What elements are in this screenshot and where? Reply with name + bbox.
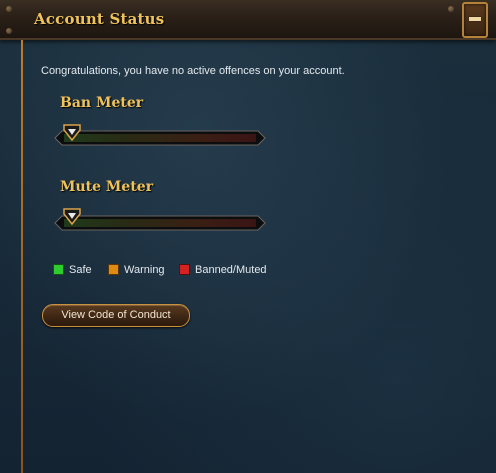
side-divider	[21, 40, 23, 473]
safe-swatch	[53, 264, 64, 275]
view-code-of-conduct-button[interactable]: View Code of Conduct	[42, 304, 190, 327]
warning-swatch	[108, 264, 119, 275]
rivet-icon	[448, 6, 454, 12]
panel-title: Account Status	[34, 10, 165, 28]
panel-header: Account Status	[0, 0, 496, 40]
rivet-icon	[6, 6, 12, 12]
mute-meter-title: Mute Meter	[60, 179, 154, 195]
mute-meter-track	[54, 215, 266, 231]
ban-meter-indicator	[63, 124, 81, 142]
minus-icon	[469, 17, 481, 21]
ban-meter-title: Ban Meter	[60, 95, 144, 111]
banned-muted-swatch	[179, 264, 190, 275]
rivet-icon	[6, 28, 12, 34]
account-status-panel: Account Status Congratulations, you have…	[0, 0, 496, 473]
collapse-button[interactable]	[462, 2, 488, 38]
ban-meter-track	[54, 130, 266, 146]
status-message: Congratulations, you have no active offe…	[41, 65, 345, 77]
mute-meter-indicator	[63, 208, 81, 226]
